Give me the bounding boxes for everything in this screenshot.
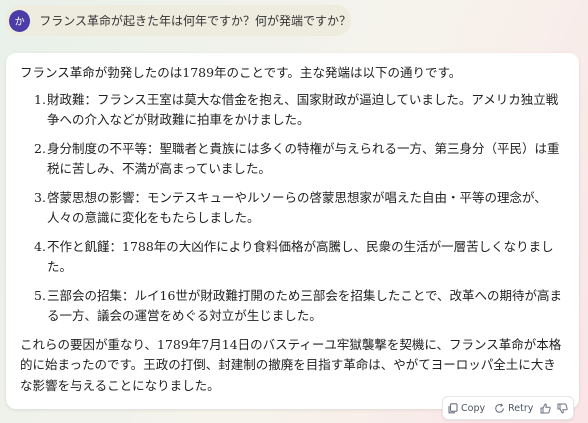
retry-button[interactable]: Retry	[494, 403, 533, 414]
assistant-response: フランス革命が勃発したのは1789年のことです。主な発端は以下の通りです。 1.…	[6, 53, 579, 409]
list-number: 2.	[34, 140, 46, 156]
list-item-text: 三部会の招集：ルイ16世が財政難打開のため三部会を招集したことで、改革への期待が…	[47, 287, 563, 324]
response-actions: Copy Retry	[442, 396, 574, 420]
list-item: 2. 身分制度の不平等：聖職者と貴族には多くの特権が与えられる一方、第三身分（平民…	[20, 139, 565, 180]
list-item: 3. 啓蒙思想の影響：モンテスキューやルソーらの啓蒙思想家が唱えた自由・平等の理念…	[20, 188, 565, 229]
causes-list: 1. 財政難：フランス王室は莫大な借金を抱え、国家財政が逼迫していました。アメリカ…	[20, 90, 565, 327]
list-number: 1.	[34, 91, 46, 107]
retry-label: Retry	[508, 402, 534, 414]
user-avatar: か	[9, 9, 31, 32]
response-outro: これらの要因が重なり、1789年7月14日のバスティーユ牢獄襲撃を契機に、フラン…	[20, 336, 562, 393]
list-number: 4.	[34, 238, 46, 254]
list-item-text: 啓蒙思想の影響：モンテスキューやルソーらの啓蒙思想家が唱えた自由・平等の理念が、…	[47, 189, 547, 226]
thumbs-down-icon	[557, 403, 568, 414]
list-number: 3.	[34, 189, 46, 205]
user-message: か フランス革命が起きた年は何年ですか？何が発端ですか？	[5, 5, 351, 36]
list-item-text: 身分制度の不平等：聖職者と貴族には多くの特権が与えられる一方、第三身分（平民）は…	[47, 140, 560, 177]
thumbs-up-button[interactable]	[540, 402, 551, 414]
list-item: 5. 三部会の招集：ルイ16世が財政難打開のため三部会を招集したことで、改革への期…	[20, 286, 565, 327]
thumbs-up-icon	[540, 402, 551, 414]
list-item-text: 財政難：フランス王室は莫大な借金を抱え、国家財政が逼迫していました。アメリカ独立…	[47, 91, 559, 128]
copy-icon	[448, 402, 458, 414]
copy-button[interactable]: Copy	[448, 403, 485, 414]
copy-label: Copy	[461, 402, 486, 414]
thumbs-down-button[interactable]	[557, 403, 568, 414]
list-item-text: 不作と飢饉：1788年の大凶作により食料価格が高騰し、民衆の生活が一層苦しくなり…	[47, 238, 554, 275]
response-intro: フランス革命が勃発したのは1789年のことです。主な発端は以下の通りです。	[20, 65, 462, 80]
list-number: 5.	[34, 287, 46, 303]
retry-icon	[494, 403, 505, 414]
user-question: フランス革命が起きた年は何年ですか？何が発端ですか？	[39, 14, 351, 28]
list-item: 1. 財政難：フランス王室は莫大な借金を抱え、国家財政が逼迫していました。アメリカ…	[20, 90, 565, 131]
list-item: 4. 不作と飢饉：1788年の大凶作により食料価格が高騰し、民衆の生活が一層苦しく…	[20, 237, 565, 278]
